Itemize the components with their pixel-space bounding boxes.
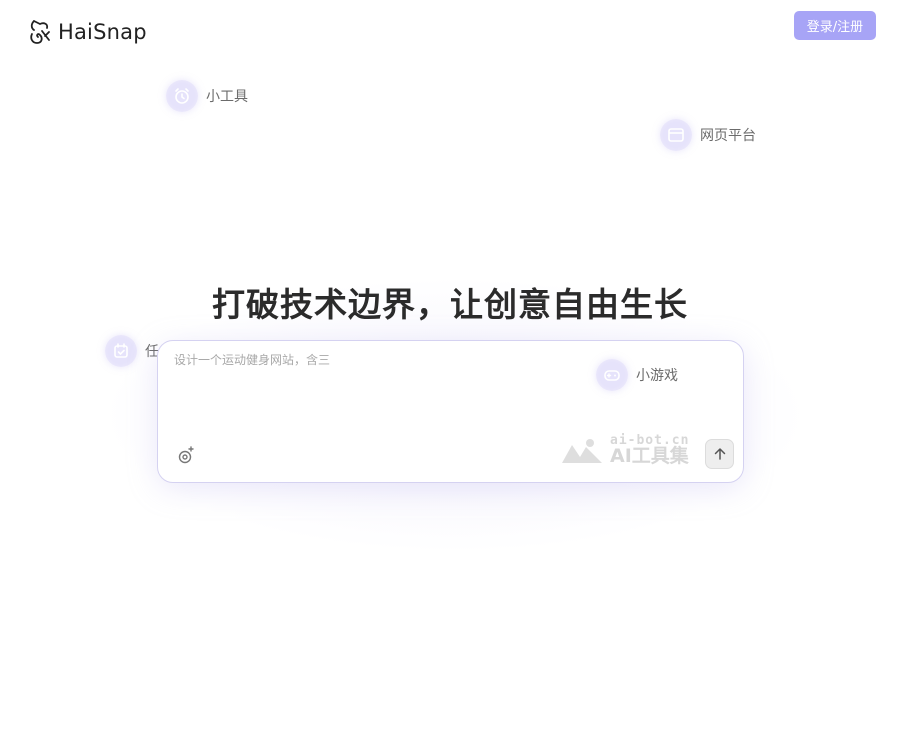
tag-tools-label: 小工具 xyxy=(206,89,248,105)
browser-window-icon xyxy=(660,119,692,151)
gamepad-icon xyxy=(596,359,628,391)
page-title: 打破技术边界，让创意自由生长 xyxy=(212,285,688,324)
tag-web-platform-label: 网页平台 xyxy=(700,128,756,144)
arrow-up-icon xyxy=(714,448,725,460)
tag-mini-games-label: 小游戏 xyxy=(636,368,678,384)
login-register-button[interactable]: 登录/注册 xyxy=(794,11,876,40)
watermark-name: AI工具集 xyxy=(610,445,689,467)
watermark-logo-icon xyxy=(562,439,602,463)
logo-text: HaiSnap xyxy=(58,20,147,44)
tag-mini-games[interactable]: 小游戏 xyxy=(596,359,678,391)
haisnap-logo-icon xyxy=(30,20,50,44)
magic-enhance-icon[interactable] xyxy=(176,445,196,465)
tag-tools[interactable]: 小工具 xyxy=(166,80,248,112)
tag-web-platform[interactable]: 网页平台 xyxy=(660,119,756,151)
calendar-check-icon xyxy=(105,335,137,367)
prompt-input[interactable] xyxy=(174,353,594,367)
submit-button[interactable] xyxy=(705,439,734,469)
watermark: ai-bot.cn AI工具集 xyxy=(560,434,689,466)
logo[interactable]: HaiSnap xyxy=(28,18,147,46)
alarm-clock-icon xyxy=(166,80,198,112)
